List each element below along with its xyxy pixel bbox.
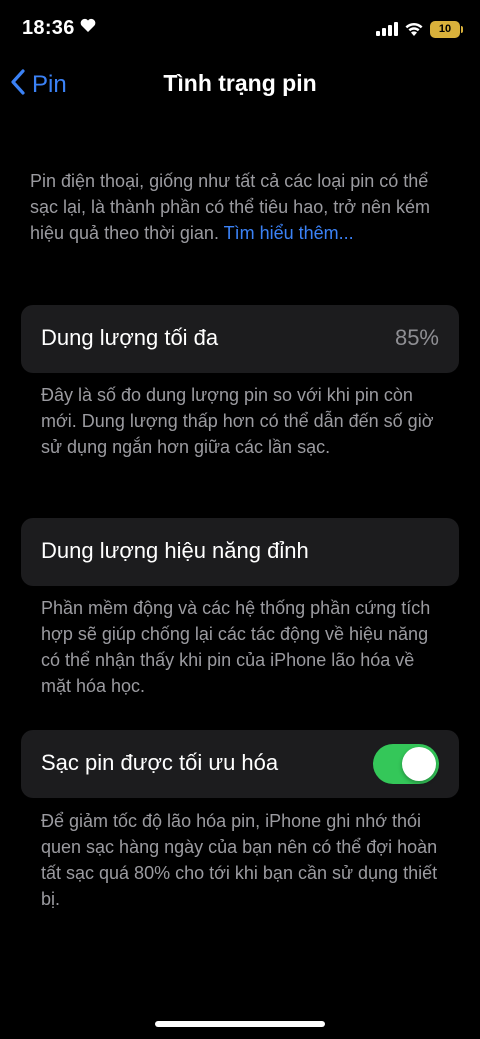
battery-icon: 10 [430, 21, 460, 38]
cellular-signal-icon [376, 22, 398, 41]
status-time: 18:36 [22, 17, 75, 39]
peak-performance-label: Dung lượng hiệu năng đỉnh [41, 538, 309, 563]
optimized-charging-label: Sạc pin được tối ưu hóa [41, 750, 279, 775]
max-capacity-label: Dung lượng tối đa [41, 325, 219, 350]
peak-performance-footnote: Phần mềm động và các hệ thống phần cứng … [41, 598, 431, 696]
optimized-charging-row: Sạc pin được tối ưu hóa [21, 730, 459, 798]
navigation-bar: Pin Tình trạng pin [0, 62, 480, 106]
status-bar: 18:36 10 [0, 0, 480, 58]
battery-level: 10 [438, 23, 452, 35]
peak-performance-row: Dung lượng hiệu năng đỉnh [21, 518, 459, 586]
toggle-knob [402, 747, 436, 781]
optimized-charging-toggle[interactable] [373, 744, 439, 784]
max-capacity-value: 85% [394, 325, 439, 350]
max-capacity-footnote: Đây là số đo dung lượng pin so với khi p… [41, 385, 434, 457]
max-capacity-row: Dung lượng tối đa 85% [21, 305, 459, 373]
battery-cap [461, 26, 463, 33]
learn-more-link[interactable]: Tìm hiểu thêm... [224, 223, 354, 243]
intro-text: Pin điện thoại, giống như tất cả các loạ… [30, 168, 450, 246]
optimized-charging-footnote: Để giảm tốc độ lão hóa pin, iPhone ghi n… [41, 811, 438, 909]
wifi-icon [404, 21, 424, 41]
heart-icon [80, 18, 96, 38]
page-title: Tình trạng pin [163, 70, 317, 96]
home-indicator[interactable] [155, 1021, 325, 1027]
